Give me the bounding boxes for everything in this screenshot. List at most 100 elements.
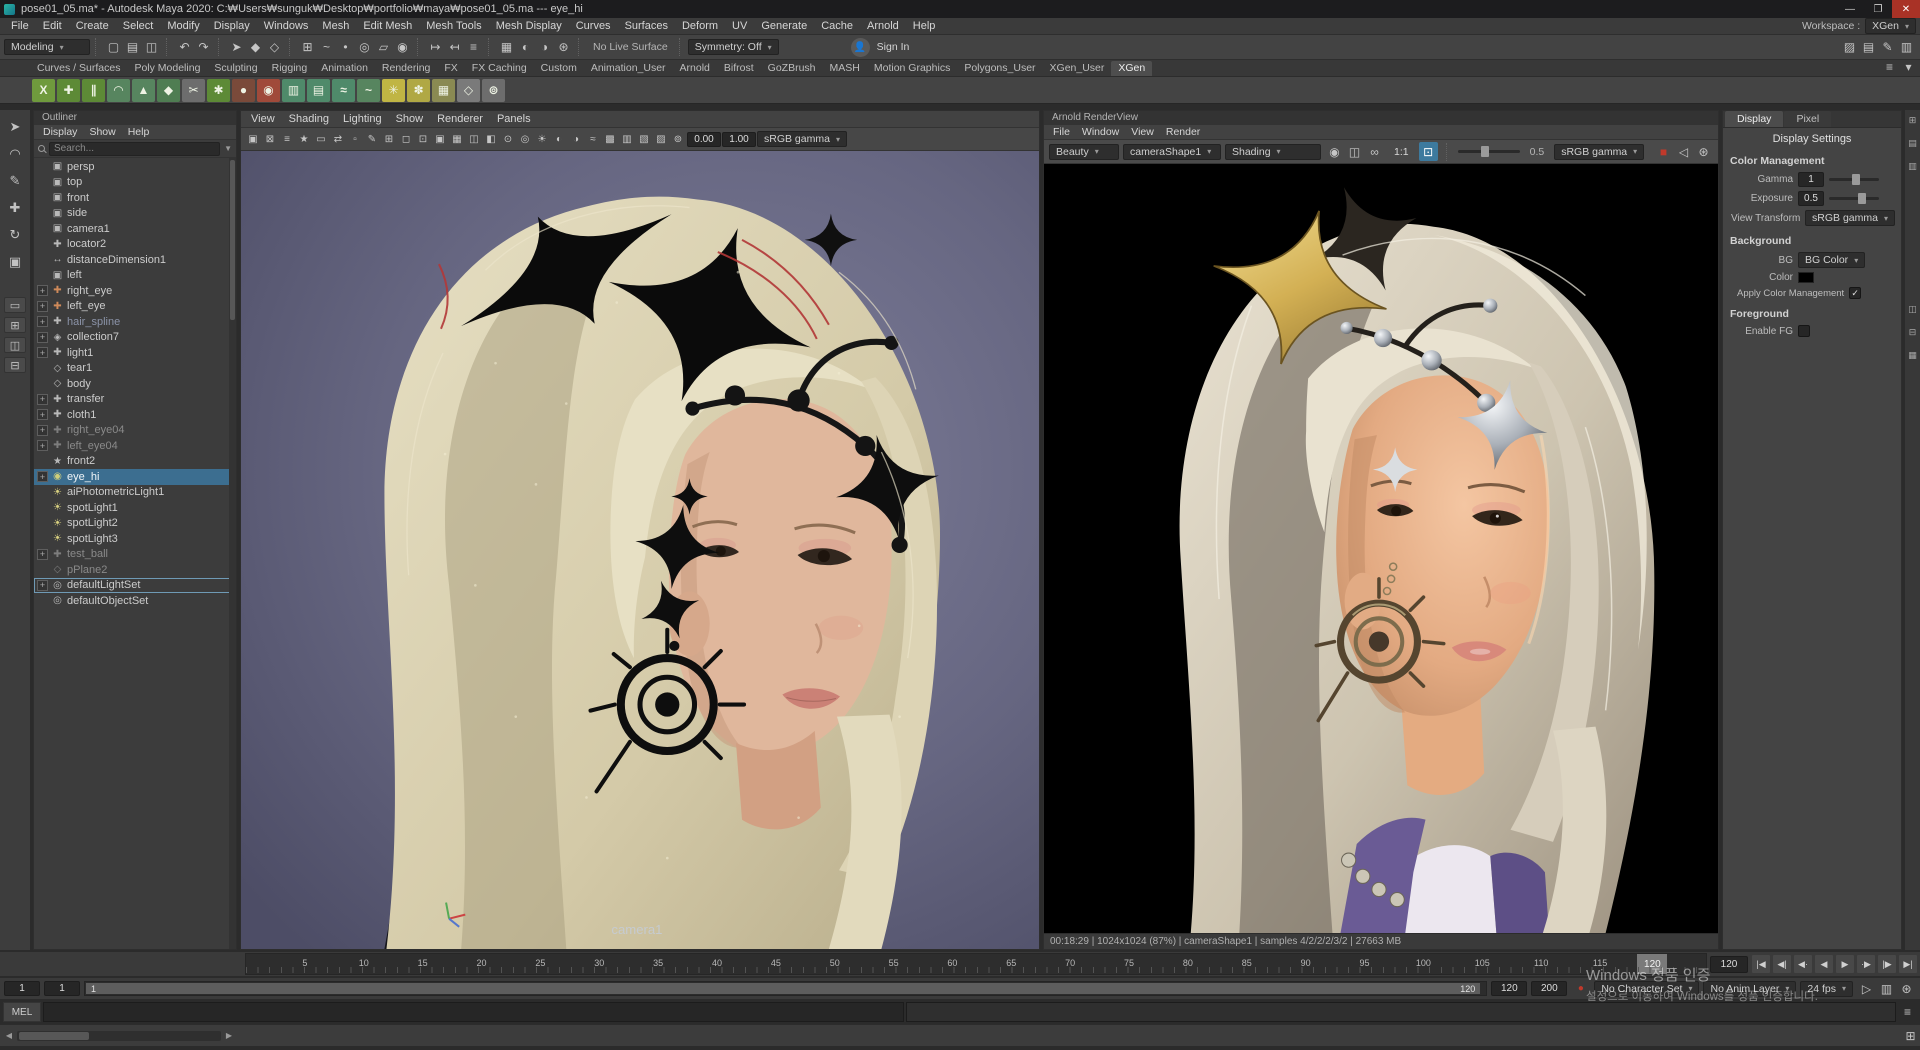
xgen-collection-icon[interactable]: ▤ <box>307 78 330 102</box>
enable-fg-checkbox[interactable] <box>1798 325 1810 337</box>
menu-uv[interactable]: UV <box>725 19 754 33</box>
divider[interactable] <box>289 38 293 56</box>
select-camera-icon[interactable]: ▣ <box>245 131 261 147</box>
film-gate-icon[interactable]: ◻ <box>398 131 414 147</box>
xgen-grid-icon[interactable]: ▦ <box>432 78 455 102</box>
select-by-hierarchy-icon[interactable]: ➤ <box>227 38 246 57</box>
scrollbar-handle[interactable] <box>19 1031 89 1040</box>
range-slider-track[interactable]: 1 120 <box>84 981 1488 996</box>
frame-tick-65[interactable]: 65 <box>1006 958 1016 968</box>
menu-create[interactable]: Create <box>69 19 116 33</box>
mute-icon[interactable]: ◁ <box>1674 142 1693 161</box>
snap-to-point-icon[interactable]: • <box>336 38 355 57</box>
menu-mesh-display[interactable]: Mesh Display <box>489 19 569 33</box>
debug-shading-dropdown[interactable]: Shading <box>1225 143 1321 160</box>
shelf-tab-rigging[interactable]: Rigging <box>265 61 315 76</box>
playback-speed-icon[interactable]: ▷ <box>1857 979 1876 998</box>
expand-toggle-icon[interactable]: + <box>37 300 48 312</box>
step-forward-frame-button[interactable]: |▶ <box>1877 954 1897 974</box>
undo-icon[interactable]: ↶ <box>175 38 194 57</box>
modeling-toolkit-icon[interactable]: ▨ <box>1840 38 1859 57</box>
frame-tick-70[interactable]: 70 <box>1065 958 1075 968</box>
redo-icon[interactable]: ↷ <box>194 38 213 57</box>
tab-pixel[interactable]: Pixel <box>1784 111 1832 127</box>
stop-render-icon[interactable]: ■ <box>1654 142 1673 161</box>
menu-edit-mesh[interactable]: Edit Mesh <box>356 19 419 33</box>
arnold-panel-title[interactable]: Arnold RenderView <box>1044 111 1718 125</box>
make-live-icon[interactable]: ◉ <box>393 38 412 57</box>
xgen-freeze-icon[interactable]: ◇ <box>457 78 480 102</box>
scroll-left-icon[interactable]: ◀ <box>3 1031 15 1040</box>
outliner-search-input[interactable]: Search... <box>49 141 221 156</box>
step-back-key-button[interactable]: ◀· <box>1793 954 1813 974</box>
textured-icon[interactable]: ▨ <box>653 131 669 147</box>
multisample-icon[interactable]: ▩ <box>602 131 618 147</box>
scrollbar-handle[interactable] <box>230 160 235 320</box>
expand-toggle-icon[interactable]: + <box>37 285 48 297</box>
save-scene-icon[interactable]: ◫ <box>142 38 161 57</box>
expand-toggle-icon[interactable]: + <box>37 316 48 328</box>
outliner-vertical-scrollbar[interactable] <box>229 158 236 949</box>
workspace-dropdown[interactable]: XGen <box>1865 18 1916 34</box>
xgen-comb-icon[interactable]: ◠ <box>107 78 130 102</box>
xgen-modifier-icon[interactable]: ≈ <box>332 78 355 102</box>
xgen-create-description-icon[interactable]: X <box>32 78 55 102</box>
layer-editor-tab-icon[interactable]: ▦ <box>1906 349 1919 362</box>
select-tool-icon[interactable]: ➤ <box>4 116 26 138</box>
shelf-menu-icon[interactable]: ≡ <box>1880 57 1899 76</box>
menu-windows[interactable]: Windows <box>257 19 316 33</box>
channel-box-tab-icon[interactable]: ▥ <box>1906 160 1919 173</box>
xgen-export-icon[interactable]: ✽ <box>407 78 430 102</box>
snap-to-curve-icon[interactable]: ~ <box>317 38 336 57</box>
outliner-item-eye_hi[interactable]: + ◉ eye_hi <box>34 469 236 485</box>
outliner-item-right_eye04[interactable]: + ✚ right_eye04 <box>34 423 236 439</box>
slider-handle[interactable] <box>1858 193 1866 204</box>
outliner-item-left_eye04[interactable]: + ✚ left_eye04 <box>34 438 236 454</box>
expand-toggle-icon[interactable]: + <box>37 331 48 343</box>
outliner-item-distanceDimension1[interactable]: ↔ distanceDimension1 <box>34 252 236 268</box>
slider-handle[interactable] <box>1852 174 1860 185</box>
lighting-icon[interactable]: ☀ <box>534 131 550 147</box>
shelf-tab-fx[interactable]: FX <box>437 61 464 76</box>
current-frame-render-icon[interactable]: ◐ <box>516 38 535 57</box>
safe-action-icon[interactable]: ◫ <box>466 131 482 147</box>
fps-dropdown[interactable]: 24 fps <box>1800 980 1853 997</box>
go-to-start-button[interactable]: |◀ <box>1751 954 1771 974</box>
menu-cache[interactable]: Cache <box>814 19 860 33</box>
outliner-item-spotLight1[interactable]: ☀ spotLight1 <box>34 500 236 516</box>
xgen-add-guide-icon[interactable]: ✚ <box>57 78 80 102</box>
arnold-view-transform-dropdown[interactable]: sRGB gamma <box>1554 143 1645 160</box>
outliner-item-spotLight3[interactable]: ☀ spotLight3 <box>34 531 236 547</box>
menu-help[interactable]: Help <box>906 19 943 33</box>
frame-tick-30[interactable]: 30 <box>594 958 604 968</box>
xgen-noise-icon[interactable]: ✱ <box>207 78 230 102</box>
outliner-panel-title[interactable]: Outliner <box>34 111 236 125</box>
expand-toggle-icon[interactable]: + <box>37 440 48 452</box>
outliner-item-camera1[interactable]: ▣ camera1 <box>34 221 236 237</box>
outliner-menu-help[interactable]: Help <box>122 126 156 138</box>
anim-layer-dropdown[interactable]: No Anim Layer <box>1703 980 1797 997</box>
scale-tool-icon[interactable]: ▣ <box>4 251 26 273</box>
animation-end-field[interactable]: 200 <box>1531 981 1568 996</box>
outliner-item-left[interactable]: ▣ left <box>34 268 236 284</box>
outliner-menu-show[interactable]: Show <box>83 126 121 138</box>
ipr-render-icon[interactable]: ◑ <box>535 38 554 57</box>
settings-view-transform-dropdown[interactable]: sRGB gamma <box>1805 210 1895 226</box>
2d-pan-zoom-icon[interactable]: ⇄ <box>330 131 346 147</box>
cache-icon[interactable]: ▥ <box>1877 979 1896 998</box>
outliner-item-pPlane2[interactable]: ◇ pPlane2 <box>34 562 236 578</box>
frame-tick-105[interactable]: 105 <box>1475 958 1490 968</box>
image-plane-icon[interactable]: ▭ <box>313 131 329 147</box>
outliner-item-cloth1[interactable]: + ✚ cloth1 <box>34 407 236 423</box>
outliner-item-test_ball[interactable]: + ✚ test_ball <box>34 547 236 563</box>
select-by-object-icon[interactable]: ◆ <box>246 38 265 57</box>
snap-to-projected-center-icon[interactable]: ◎ <box>355 38 374 57</box>
playback-start-field[interactable]: 1 <box>44 981 80 996</box>
outliner-item-hair_spline[interactable]: + ✚ hair_spline <box>34 314 236 330</box>
aov-dropdown[interactable]: Beauty <box>1049 143 1119 160</box>
menu-display[interactable]: Display <box>207 19 257 33</box>
input-connections-icon[interactable]: ↦ <box>426 38 445 57</box>
maximize-button[interactable]: ❐ <box>1864 0 1892 18</box>
viewport-menu-shading[interactable]: Shading <box>282 112 336 126</box>
field-chart-icon[interactable]: ▦ <box>449 131 465 147</box>
